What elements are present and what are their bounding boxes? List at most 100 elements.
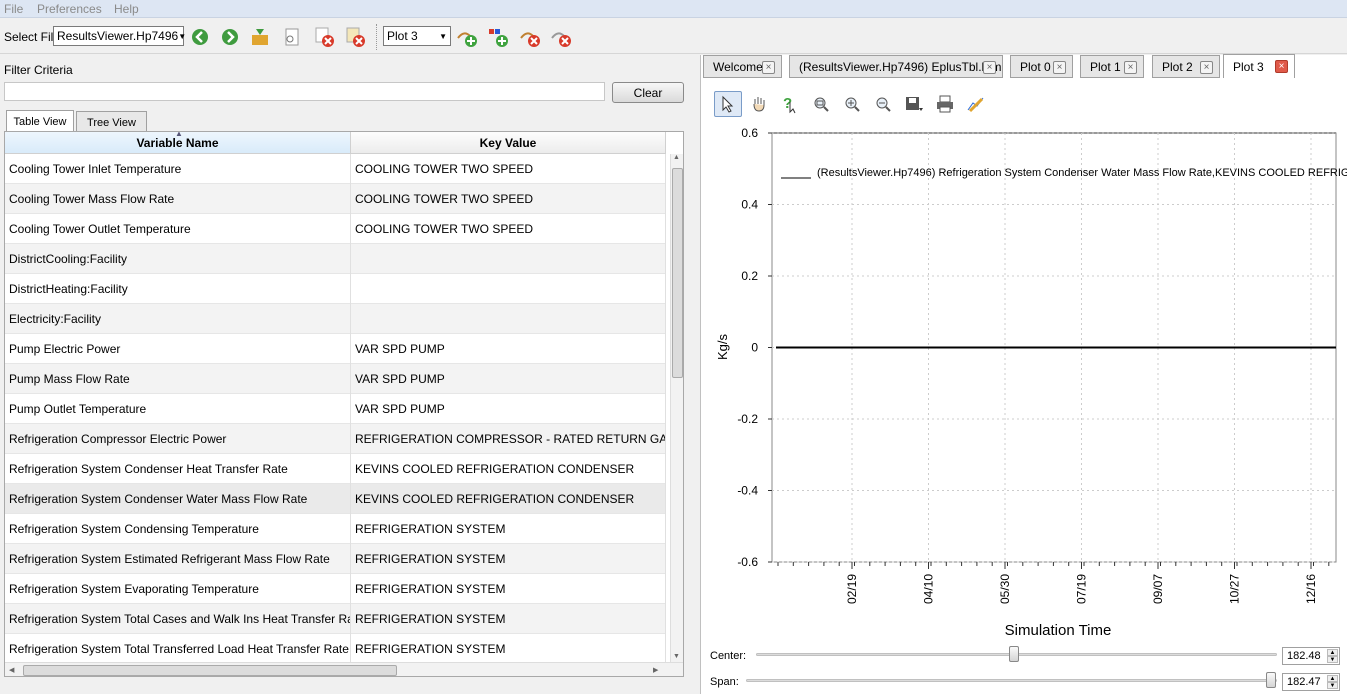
variable-name-cell: Cooling Tower Inlet Temperature	[5, 154, 351, 184]
variable-name-cell: Refrigeration System Total Cases and Wal…	[5, 604, 351, 634]
spin-down-icon[interactable]: ▼	[1327, 656, 1338, 663]
tab-plot-0[interactable]: Plot 0 ×	[1010, 55, 1073, 78]
table-row[interactable]: Refrigeration System Total Cases and Wal…	[5, 604, 666, 634]
menu-help[interactable]: Help	[114, 2, 139, 16]
horizontal-scrollbar[interactable]: ◀ ▶	[5, 662, 683, 676]
variable-name-cell: Refrigeration Compressor Electric Power	[5, 424, 351, 454]
tab-welcome[interactable]: Welcome ×	[703, 55, 782, 78]
table-row[interactable]: Refrigeration System Evaporating Tempera…	[5, 574, 666, 604]
scroll-right-icon[interactable]: ▶	[653, 666, 658, 674]
spin-up-icon[interactable]: ▲	[1327, 649, 1338, 656]
center-slider-thumb[interactable]	[1009, 646, 1019, 662]
zoom-box-tool-button[interactable]	[807, 91, 835, 117]
table-row[interactable]: Refrigeration System Condenser Heat Tran…	[5, 454, 666, 484]
table-row[interactable]: Pump Outlet Temperature VAR SPD PUMP	[5, 394, 666, 424]
spin-up-icon[interactable]: ▲	[1327, 675, 1338, 682]
document-search-icon	[285, 28, 299, 46]
table-row[interactable]: Pump Mass Flow Rate VAR SPD PUMP	[5, 364, 666, 394]
tab-tree-view[interactable]: Tree View	[76, 111, 147, 133]
close-tab-icon[interactable]: ×	[1200, 61, 1213, 74]
scroll-up-icon[interactable]: ▲	[673, 154, 680, 161]
scroll-left-icon[interactable]: ◀	[9, 666, 14, 674]
center-value: 182.48	[1287, 650, 1321, 662]
zoom-out-button[interactable]	[869, 91, 897, 117]
table-row[interactable]: Electricity:Facility	[5, 304, 666, 334]
remove-all-files-icon	[346, 27, 365, 47]
table-row[interactable]: Refrigeration System Condenser Water Mas…	[5, 484, 666, 514]
tab-plot-3[interactable]: Plot 3 ×	[1223, 54, 1295, 78]
open-file-button[interactable]	[248, 25, 272, 49]
menu-bar: File Preferences Help	[0, 0, 1347, 18]
select-file-label: Select File	[4, 30, 61, 44]
column-header-key-value[interactable]: Key Value	[351, 132, 666, 154]
zoom-in-button[interactable]	[838, 91, 866, 117]
forward-button[interactable]	[218, 25, 242, 49]
variable-name-cell: Cooling Tower Outlet Temperature	[5, 214, 351, 244]
pan-tool-button[interactable]	[745, 91, 773, 117]
table-row[interactable]: Refrigeration System Condensing Temperat…	[5, 514, 666, 544]
line-chart[interactable]: 0.6 0.4 0.2 0 -0.2 -0.4 -0.6 02/19 04/10 05/30 07/…	[701, 125, 1347, 645]
table-row[interactable]: Refrigeration System Total Transferred L…	[5, 634, 666, 664]
plot-select[interactable]: Plot 3 ▼	[383, 26, 451, 46]
file-select[interactable]: ResultsViewer.Hp7496 ▼	[53, 26, 186, 46]
table-row[interactable]: Cooling Tower Outlet Temperature COOLING …	[5, 214, 666, 244]
tab-table-view[interactable]: Table View	[6, 110, 74, 133]
table-row[interactable]: Cooling Tower Mass Flow Rate COOLING TOWE…	[5, 184, 666, 214]
vertical-scroll-thumb[interactable]	[672, 168, 683, 378]
add-variable-button[interactable]	[486, 25, 510, 49]
tab-plot-2[interactable]: Plot 2 ×	[1152, 55, 1220, 78]
close-all-files-button[interactable]	[343, 25, 367, 49]
remove-plot-button[interactable]	[518, 25, 542, 49]
save-image-button[interactable]	[900, 91, 928, 117]
table-row[interactable]: DistrictHeating:Facility	[5, 274, 666, 304]
plot-select-value: Plot 3	[387, 29, 418, 43]
table-row[interactable]: DistrictCooling:Facility	[5, 244, 666, 274]
help-tool-button[interactable]: ?	[776, 91, 804, 117]
y-tick-label: -0.2	[737, 412, 758, 426]
key-value-cell: COOLING TOWER TWO SPEED	[351, 214, 666, 244]
file-select-value: ResultsViewer.Hp7496	[57, 29, 179, 43]
table-row[interactable]: Cooling Tower Inlet Temperature COOLING T…	[5, 154, 666, 184]
vertical-scrollbar[interactable]: ▲ ▼	[670, 154, 683, 662]
spin-down-icon[interactable]: ▼	[1327, 682, 1338, 689]
y-tick-label: -0.4	[737, 484, 758, 498]
table-row[interactable]: Refrigeration Compressor Electric Power R…	[5, 424, 666, 454]
remove-plot-icon	[520, 32, 540, 47]
variable-name-cell: Electricity:Facility	[5, 304, 351, 334]
remove-all-plots-button[interactable]	[549, 25, 573, 49]
center-spinbox[interactable]: 182.48 ▲ ▼	[1282, 647, 1340, 665]
remove-all-plots-icon	[551, 32, 571, 47]
y-tick-label: 0	[751, 341, 758, 355]
edit-plot-button[interactable]	[962, 91, 990, 117]
menu-file[interactable]: File	[4, 2, 23, 16]
menu-preferences[interactable]: Preferences	[37, 2, 102, 16]
back-button[interactable]	[188, 25, 212, 49]
zoom-out-icon	[876, 97, 891, 112]
x-tick-label: 07/19	[1075, 574, 1089, 604]
span-spinbox[interactable]: 182.47 ▲ ▼	[1282, 673, 1340, 691]
close-tab-icon[interactable]: ×	[983, 61, 996, 74]
tab-plot-1[interactable]: Plot 1 ×	[1080, 55, 1144, 78]
tab-eplustbl[interactable]: (ResultsViewer.Hp7496) EplusTbl.htm ×	[789, 55, 1003, 78]
close-file-button[interactable]	[312, 25, 336, 49]
scroll-down-icon[interactable]: ▼	[673, 653, 680, 660]
filter-input[interactable]	[4, 82, 605, 101]
print-button[interactable]	[931, 91, 959, 117]
add-plot-button[interactable]	[455, 25, 479, 49]
close-tab-icon[interactable]: ×	[762, 61, 775, 74]
close-tab-icon[interactable]: ×	[1275, 60, 1288, 73]
pointer-tool-button[interactable]	[714, 91, 742, 117]
span-value: 182.47	[1287, 676, 1321, 688]
close-tab-icon[interactable]: ×	[1124, 61, 1137, 74]
span-slider-track[interactable]	[746, 679, 1277, 682]
find-button[interactable]	[280, 25, 304, 49]
chart-edit-icon	[967, 97, 984, 113]
tab-label: Plot 2	[1162, 59, 1193, 74]
clear-button[interactable]: Clear	[612, 82, 684, 103]
table-row[interactable]: Refrigeration System Estimated Refrigera…	[5, 544, 666, 574]
close-tab-icon[interactable]: ×	[1053, 61, 1066, 74]
remove-file-icon	[315, 27, 334, 47]
table-row[interactable]: Pump Electric Power VAR SPD PUMP	[5, 334, 666, 364]
span-slider-thumb[interactable]	[1266, 672, 1276, 688]
horizontal-scroll-thumb[interactable]	[23, 665, 397, 676]
